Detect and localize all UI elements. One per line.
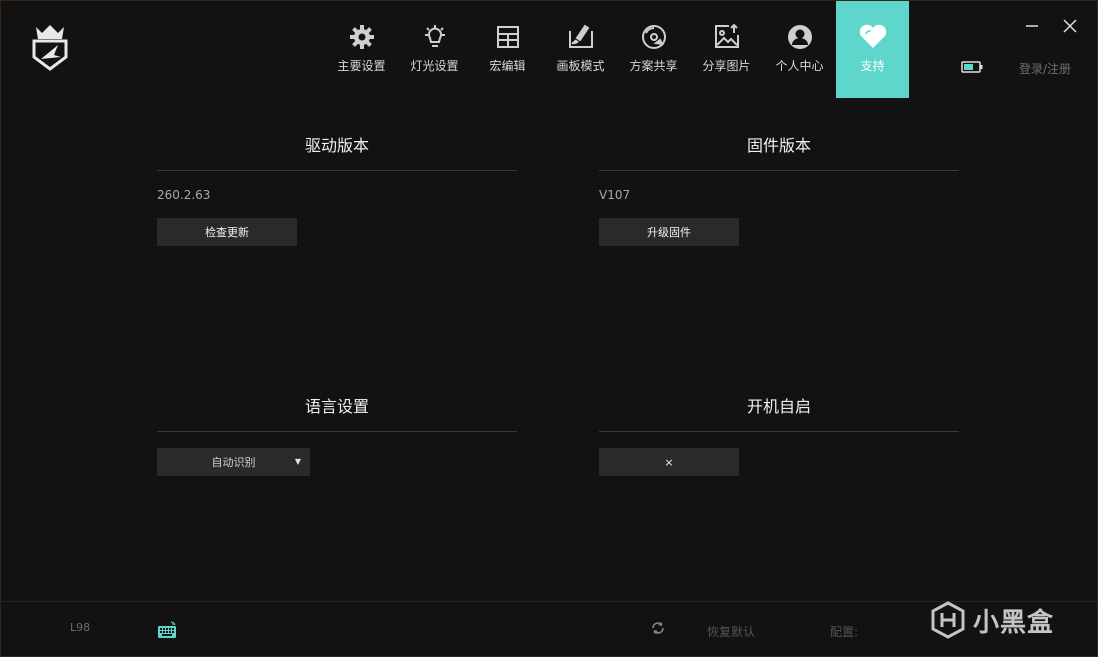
login-register-link[interactable]: 登录/注册 — [1019, 60, 1071, 77]
nav-profile-share[interactable]: 方案共享 — [617, 1, 690, 98]
driver-version-section: 驱动版本 260.2.63 检查更新 — [157, 134, 517, 246]
nav-label: 分享图片 — [702, 59, 751, 73]
lightbulb-icon — [420, 22, 450, 52]
nav-label: 宏编辑 — [489, 59, 526, 73]
gear-icon — [347, 22, 377, 52]
app-window: 主要设置 灯光设置 宏编辑 画板模式 方案共享 分享图片 个人中心 支持 登录/… — [0, 0, 1098, 657]
check-update-button[interactable]: 检查更新 — [157, 218, 297, 246]
firmware-version-section: 固件版本 V107 升级固件 — [599, 134, 959, 246]
xiaoheihe-logo-icon — [931, 601, 965, 639]
nav-label: 画板模式 — [556, 59, 605, 73]
nav-share-image[interactable]: 分享图片 — [690, 1, 763, 98]
section-title: 驱动版本 — [304, 136, 369, 155]
language-select[interactable]: 自动识别 ▼ — [157, 448, 310, 476]
heart-icon — [858, 22, 888, 52]
section-divider — [157, 170, 517, 171]
minimize-icon — [1026, 25, 1038, 27]
user-icon — [785, 22, 815, 52]
nav-label: 方案共享 — [629, 59, 678, 73]
window-controls — [1023, 17, 1079, 35]
section-title: 固件版本 — [746, 136, 811, 155]
driver-version-value: 260.2.63 — [157, 188, 211, 202]
close-icon — [1063, 19, 1077, 33]
nav-macro-editor[interactable]: 宏编辑 — [471, 1, 544, 98]
device-model: L98 — [70, 621, 91, 634]
grid-table-icon — [493, 22, 523, 52]
share-disc-icon — [639, 22, 669, 52]
upgrade-firmware-button[interactable]: 升级固件 — [599, 218, 739, 246]
refresh-icon[interactable] — [651, 621, 665, 635]
brand-logo-icon — [32, 25, 68, 71]
firmware-version-value: V107 — [599, 188, 631, 202]
minimize-button[interactable] — [1023, 17, 1041, 35]
caret-down-icon: ▼ — [294, 457, 301, 466]
watermark: 小黑盒 — [931, 601, 1054, 639]
nav-support[interactable]: 支持 — [836, 1, 909, 98]
language-selected-value: 自动识别 — [211, 456, 256, 469]
image-upload-icon — [712, 22, 742, 52]
nav-label: 主要设置 — [337, 59, 386, 73]
close-button[interactable] — [1061, 17, 1079, 35]
keyboard-icon[interactable] — [157, 621, 177, 639]
autostart-toggle[interactable]: × — [599, 448, 739, 476]
restore-default-button[interactable]: 恢复默认 — [707, 623, 755, 640]
config-label: 配置: — [830, 625, 859, 639]
nav-main-settings[interactable]: 主要设置 — [325, 1, 398, 98]
main-nav: 主要设置 灯光设置 宏编辑 画板模式 方案共享 分享图片 个人中心 支持 — [325, 1, 909, 98]
nav-label: 支持 — [860, 59, 885, 73]
nav-user-center[interactable]: 个人中心 — [763, 1, 836, 98]
autostart-section: 开机自启 × — [599, 395, 959, 476]
nav-label: 灯光设置 — [410, 59, 459, 73]
watermark-text: 小黑盒 — [973, 607, 1055, 638]
section-divider — [599, 170, 959, 171]
language-section: 语言设置 自动识别 ▼ — [157, 395, 517, 476]
section-title: 语言设置 — [304, 397, 369, 416]
nav-lighting-settings[interactable]: 灯光设置 — [398, 1, 471, 98]
nav-paint-mode[interactable]: 画板模式 — [544, 1, 617, 98]
section-divider — [599, 431, 959, 432]
paint-board-icon — [566, 22, 596, 52]
nav-label: 个人中心 — [775, 59, 824, 73]
section-title: 开机自启 — [746, 397, 811, 416]
section-divider — [157, 431, 517, 432]
battery-icon — [961, 61, 983, 73]
